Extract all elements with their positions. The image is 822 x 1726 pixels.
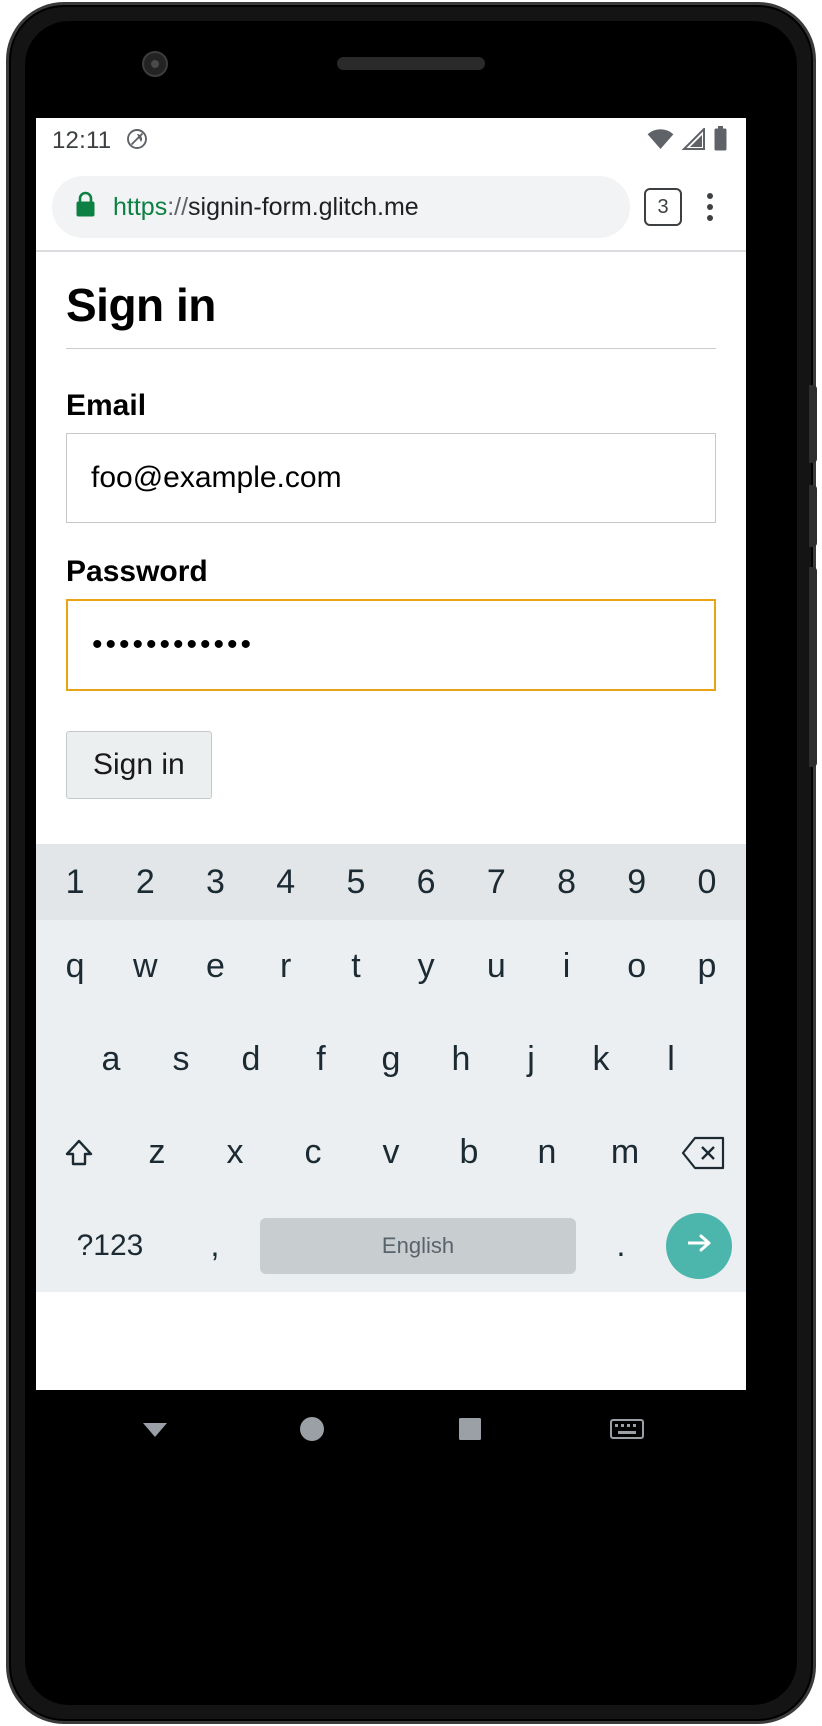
- keyboard-row-bottom: ?123 , English .: [36, 1199, 746, 1292]
- home-circle-icon[interactable]: [277, 1394, 347, 1464]
- key-x[interactable]: x: [196, 1106, 274, 1199]
- key-k[interactable]: k: [566, 1013, 636, 1106]
- key-comma[interactable]: ,: [180, 1227, 250, 1264]
- power-button[interactable]: [809, 385, 817, 463]
- key-v[interactable]: v: [352, 1106, 430, 1199]
- key-2[interactable]: 2: [110, 844, 180, 920]
- key-symbols-toggle[interactable]: ?123: [50, 1229, 170, 1263]
- password-field-group: Password ••••••••••••: [66, 555, 716, 691]
- earpiece-speaker: [337, 57, 485, 70]
- key-3[interactable]: 3: [180, 844, 250, 920]
- key-u[interactable]: u: [461, 920, 531, 1013]
- url-separator: ://: [167, 192, 189, 221]
- on-screen-keyboard: 1 2 3 4 5 6 7 8 9 0 q w e r t y u i o p …: [36, 844, 746, 1292]
- key-s[interactable]: s: [146, 1013, 216, 1106]
- volume-up-button[interactable]: [809, 485, 817, 547]
- back-triangle-icon[interactable]: [120, 1394, 190, 1464]
- key-o[interactable]: o: [602, 920, 672, 1013]
- key-d[interactable]: d: [216, 1013, 286, 1106]
- key-b[interactable]: b: [430, 1106, 508, 1199]
- battery-icon: [713, 126, 728, 156]
- key-i[interactable]: i: [531, 920, 601, 1013]
- password-input[interactable]: ••••••••••••: [66, 599, 716, 691]
- keyboard-row-numbers: 1 2 3 4 5 6 7 8 9 0: [36, 844, 746, 920]
- status-left-icons: [125, 127, 149, 156]
- password-label: Password: [66, 555, 208, 588]
- key-5[interactable]: 5: [321, 844, 391, 920]
- overflow-menu-icon[interactable]: [688, 185, 732, 229]
- key-h[interactable]: h: [426, 1013, 496, 1106]
- web-page-content: Sign in Email Password •••••••••••• Sign…: [36, 252, 746, 844]
- key-0[interactable]: 0: [672, 844, 742, 920]
- key-r[interactable]: r: [251, 920, 321, 1013]
- do-not-disturb-icon: [125, 127, 149, 156]
- status-right-icons: [647, 126, 728, 156]
- key-6[interactable]: 6: [391, 844, 461, 920]
- sign-in-button[interactable]: Sign in: [66, 731, 212, 799]
- key-p[interactable]: p: [672, 920, 742, 1013]
- android-navigation-bar: [36, 1390, 746, 1468]
- status-clock: 12:11: [52, 127, 112, 154]
- keyboard-row-asdf: a s d f g h j k l: [36, 1013, 746, 1106]
- key-7[interactable]: 7: [461, 844, 531, 920]
- status-bar: 12:11: [36, 118, 746, 164]
- title-divider: [66, 348, 716, 349]
- page-title: Sign in: [66, 279, 216, 331]
- key-f[interactable]: f: [286, 1013, 356, 1106]
- key-l[interactable]: l: [636, 1013, 706, 1106]
- key-9[interactable]: 9: [602, 844, 672, 920]
- arrow-right-icon: [682, 1226, 716, 1265]
- phone-screen: 12:11 https://signin-form.glitch.me 3 Si…: [36, 118, 746, 1390]
- cell-signal-icon: [681, 126, 706, 155]
- recents-square-icon[interactable]: [435, 1394, 505, 1464]
- key-period[interactable]: .: [586, 1227, 656, 1264]
- url-bar[interactable]: https://signin-form.glitch.me: [52, 176, 630, 238]
- volume-down-button[interactable]: [809, 567, 817, 767]
- front-camera: [142, 51, 168, 77]
- wifi-icon: [647, 128, 674, 155]
- tab-count-label: 3: [657, 195, 669, 218]
- key-e[interactable]: e: [180, 920, 250, 1013]
- keyboard-row-qwerty: q w e r t y u i o p: [36, 920, 746, 1013]
- key-m[interactable]: m: [586, 1106, 664, 1199]
- email-field-group: Email: [66, 389, 716, 523]
- key-j[interactable]: j: [496, 1013, 566, 1106]
- email-label: Email: [66, 389, 147, 422]
- url-text: https://signin-form.glitch.me: [113, 193, 419, 222]
- url-host: signin-form.glitch.me: [188, 192, 419, 221]
- shift-icon[interactable]: [40, 1106, 118, 1199]
- key-w[interactable]: w: [110, 920, 180, 1013]
- key-a[interactable]: a: [76, 1013, 146, 1106]
- key-enter-go[interactable]: [666, 1212, 732, 1279]
- key-g[interactable]: g: [356, 1013, 426, 1106]
- key-t[interactable]: t: [321, 920, 391, 1013]
- keyboard-row-zxcv: z x c v b n m: [36, 1106, 746, 1199]
- keyboard-icon[interactable]: [592, 1394, 662, 1464]
- lock-icon: [74, 191, 97, 223]
- email-input[interactable]: [66, 433, 716, 523]
- key-4[interactable]: 4: [251, 844, 321, 920]
- key-n[interactable]: n: [508, 1106, 586, 1199]
- key-space[interactable]: English: [260, 1217, 576, 1274]
- key-c[interactable]: c: [274, 1106, 352, 1199]
- browser-toolbar: https://signin-form.glitch.me 3: [36, 164, 746, 250]
- key-1[interactable]: 1: [40, 844, 110, 920]
- key-z[interactable]: z: [118, 1106, 196, 1199]
- backspace-icon[interactable]: [664, 1106, 742, 1199]
- url-scheme: https: [113, 192, 168, 221]
- key-q[interactable]: q: [40, 920, 110, 1013]
- key-y[interactable]: y: [391, 920, 461, 1013]
- key-8[interactable]: 8: [531, 844, 601, 920]
- tab-counter-button[interactable]: 3: [644, 188, 682, 226]
